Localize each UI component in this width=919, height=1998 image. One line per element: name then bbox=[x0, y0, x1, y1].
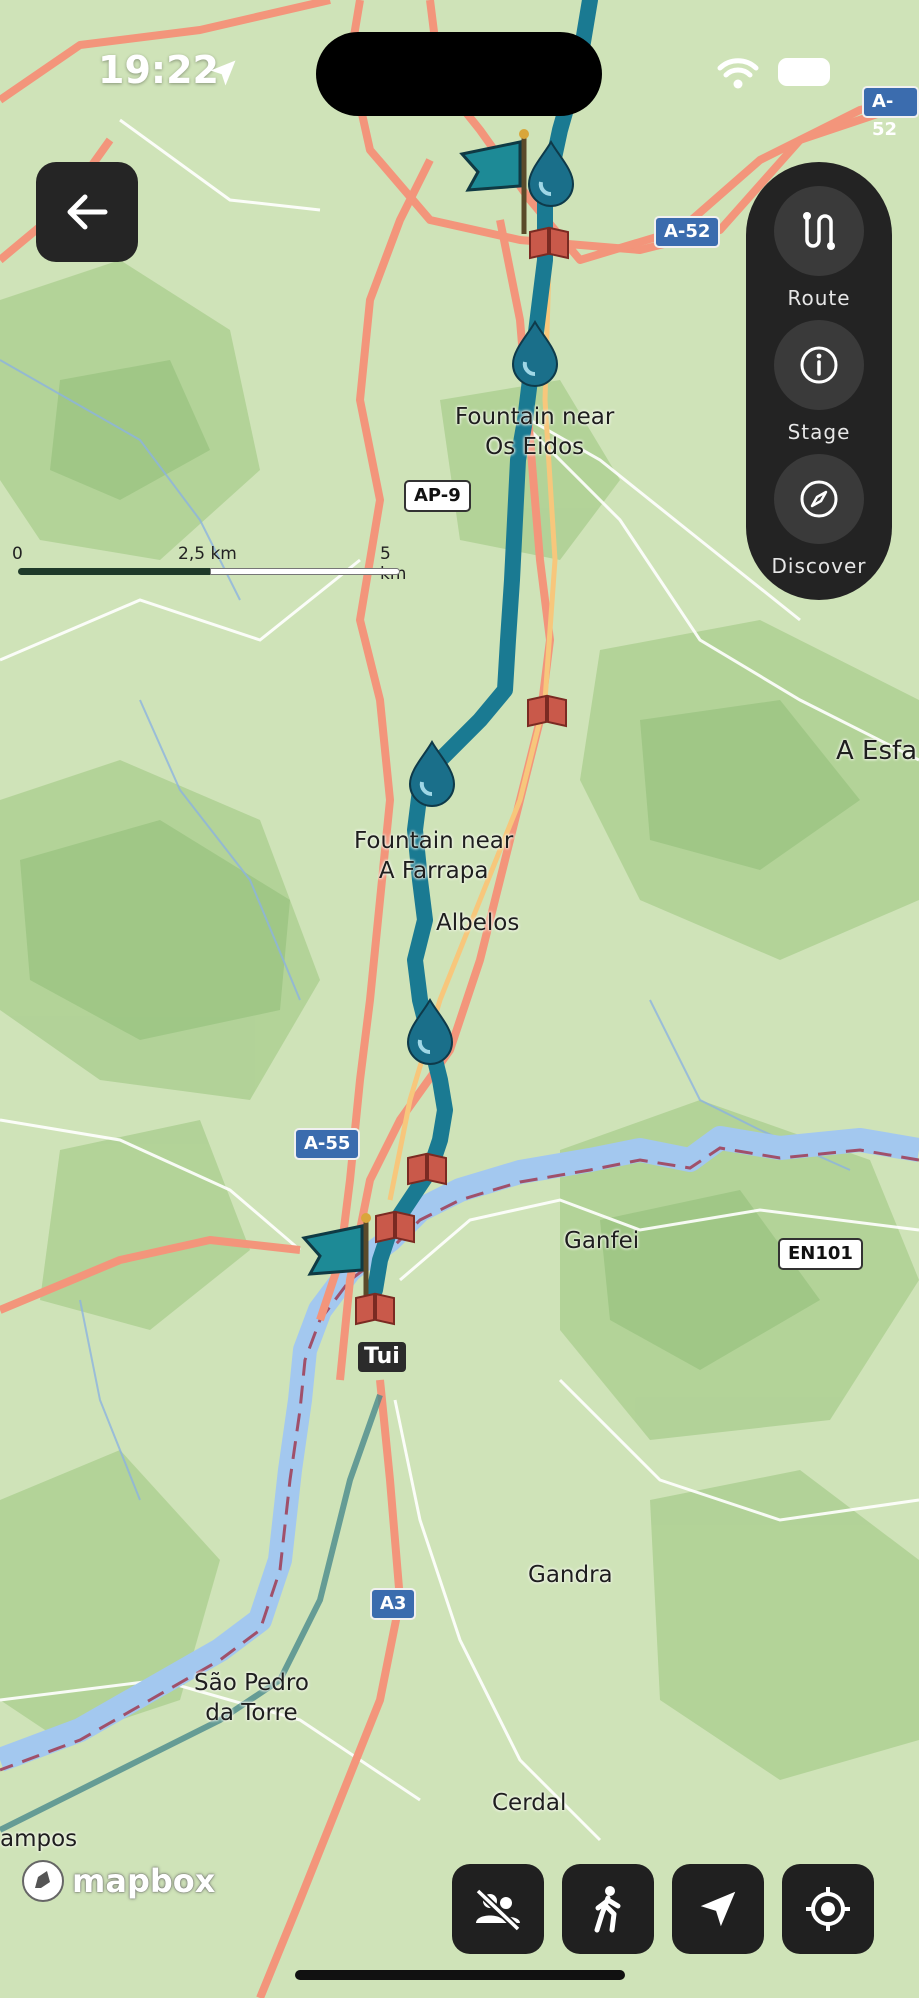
location-arrow-icon bbox=[210, 60, 236, 86]
mapbox-wordmark: mapbox bbox=[72, 1862, 216, 1900]
home-indicator bbox=[295, 1970, 625, 1980]
stage-label: Stage bbox=[787, 420, 851, 444]
back-button[interactable] bbox=[36, 162, 138, 262]
mapbox-logo[interactable]: mapbox bbox=[20, 1858, 215, 1904]
compass-icon bbox=[800, 480, 838, 518]
navigation-arrow-icon bbox=[700, 1891, 736, 1927]
book-icon[interactable] bbox=[355, 1292, 395, 1326]
route-label: Route bbox=[787, 286, 851, 310]
discover-label: Discover bbox=[771, 554, 867, 578]
hide-people-icon bbox=[475, 1888, 521, 1932]
map-mode-panel: Route Stage Discover bbox=[746, 162, 892, 600]
book-icon[interactable] bbox=[407, 1152, 447, 1186]
navigate-button[interactable] bbox=[672, 1864, 764, 1954]
dynamic-island bbox=[316, 32, 602, 116]
book-icon[interactable] bbox=[529, 226, 569, 260]
info-icon bbox=[800, 346, 838, 384]
route-button[interactable]: Route bbox=[746, 186, 892, 310]
water-drop-icon[interactable] bbox=[511, 319, 559, 387]
locate-me-button[interactable] bbox=[782, 1864, 874, 1954]
hide-people-button[interactable] bbox=[452, 1864, 544, 1954]
water-drop-icon[interactable] bbox=[406, 997, 454, 1065]
battery-icon bbox=[778, 58, 830, 86]
water-drop-icon[interactable] bbox=[527, 139, 575, 207]
book-icon[interactable] bbox=[375, 1210, 415, 1244]
stage-button[interactable]: Stage bbox=[746, 320, 892, 444]
walking-person-icon bbox=[594, 1886, 621, 1933]
scale-bar: 0 2,5 km 5 km bbox=[12, 540, 408, 584]
scale-label-0: 0 bbox=[12, 544, 23, 564]
status-bar: 19:22 bbox=[0, 0, 919, 140]
book-icon[interactable] bbox=[527, 694, 567, 728]
start-flag-icon[interactable] bbox=[459, 129, 529, 234]
scale-label-5km: 5 km bbox=[380, 544, 406, 584]
walking-mode-button[interactable] bbox=[562, 1864, 654, 1954]
mapbox-mark-icon bbox=[22, 1860, 64, 1902]
arrow-left-icon bbox=[67, 194, 108, 230]
route-icon bbox=[803, 212, 835, 250]
locate-me-icon bbox=[806, 1887, 850, 1931]
water-drop-icon[interactable] bbox=[408, 739, 456, 807]
scale-label-2-5km: 2,5 km bbox=[178, 544, 237, 564]
status-time: 19:22 bbox=[98, 48, 219, 92]
wifi-icon bbox=[717, 58, 759, 89]
discover-button[interactable]: Discover bbox=[746, 454, 892, 578]
